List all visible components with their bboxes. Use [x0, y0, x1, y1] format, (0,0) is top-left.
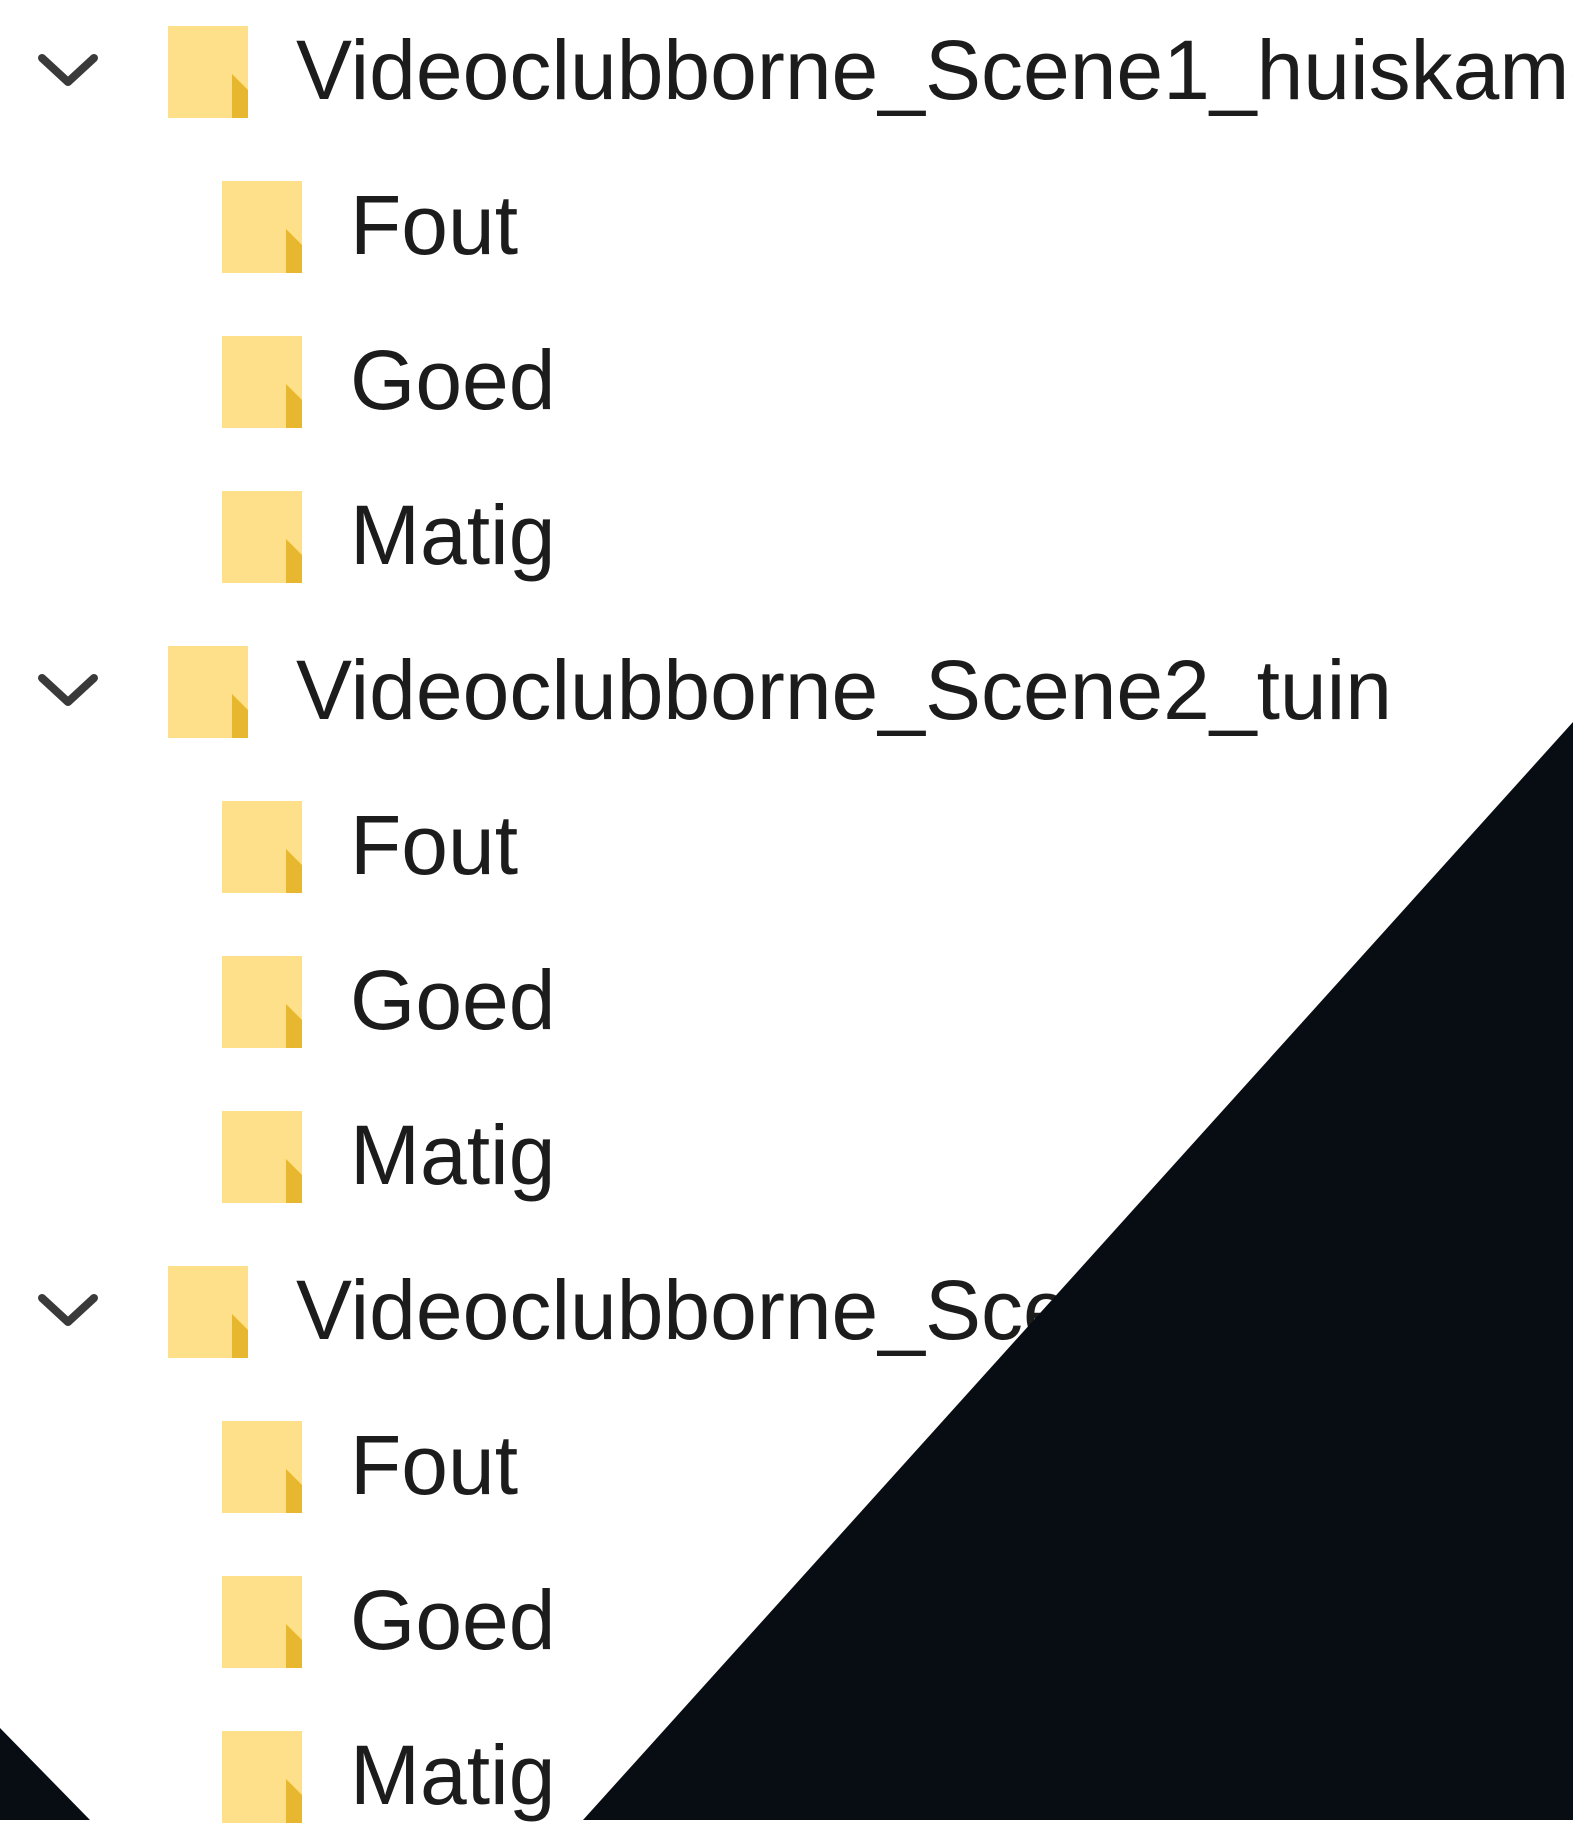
folder-tree: Videoclubborne_Scene1_huiskamer Fout Goe… [0, 0, 1573, 1823]
tree-item-scene1[interactable]: Videoclubborne_Scene1_huiskamer [0, 0, 1573, 140]
tree-item-label: Videoclubborne_Scene2_tuin [296, 643, 1393, 737]
tree-item-goed[interactable]: Goed [0, 310, 1573, 450]
chevron-down-icon[interactable] [28, 1280, 108, 1340]
tree-item-matig[interactable]: Matig [0, 1085, 1573, 1225]
folder-icon [166, 1260, 256, 1360]
folder-icon [220, 950, 310, 1050]
tree-item-goed[interactable]: Goed [0, 1550, 1573, 1690]
tree-item-fout[interactable]: Fout [0, 155, 1573, 295]
folder-icon [220, 485, 310, 585]
tree-item-label: Goed [350, 333, 556, 427]
tree-item-label: Fout [350, 178, 519, 272]
tree-item-label: Matig [350, 1108, 556, 1202]
chevron-down-icon[interactable] [28, 660, 108, 720]
tree-item-fout[interactable]: Fout [0, 775, 1573, 915]
tree-item-fout[interactable]: Fout [0, 1395, 1573, 1535]
folder-icon [220, 330, 310, 430]
folder-icon [220, 1105, 310, 1205]
tree-item-label: Goed [350, 1573, 556, 1667]
tree-item-scene3[interactable]: Videoclubborne_Scen [0, 1240, 1573, 1380]
tree-item-label: Videoclubborne_Scene1_huiskamer [296, 23, 1573, 117]
tree-item-matig[interactable]: Matig [0, 1705, 1573, 1845]
folder-icon [166, 640, 256, 740]
folder-icon [166, 20, 256, 120]
tree-item-goed[interactable]: Goed [0, 930, 1573, 1070]
tree-item-label: Goed [350, 953, 556, 1047]
folder-icon [220, 795, 310, 895]
chevron-down-icon[interactable] [28, 40, 108, 100]
tree-item-label: Fout [350, 798, 519, 892]
tree-item-matig[interactable]: Matig [0, 465, 1573, 605]
folder-icon [220, 175, 310, 275]
tree-item-scene2[interactable]: Videoclubborne_Scene2_tuin [0, 620, 1573, 760]
tree-item-label: Videoclubborne_Scen [296, 1263, 1117, 1357]
tree-item-label: Matig [350, 1728, 556, 1822]
tree-item-label: Matig [350, 488, 556, 582]
folder-icon [220, 1725, 310, 1825]
tree-item-label: Fout [350, 1418, 519, 1512]
folder-icon [220, 1415, 310, 1515]
folder-icon [220, 1570, 310, 1670]
